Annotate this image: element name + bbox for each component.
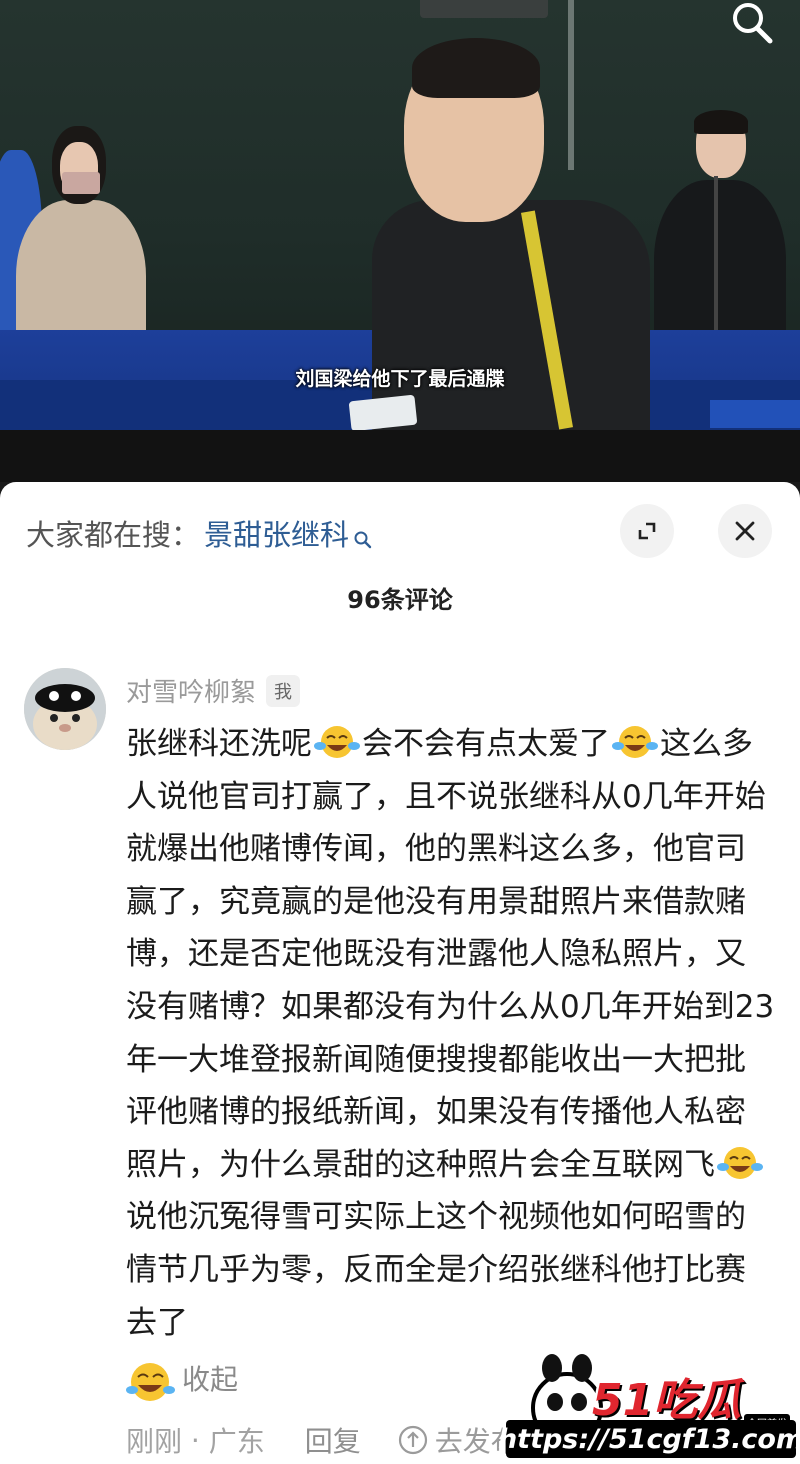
comment-location: 广东 bbox=[208, 1425, 265, 1458]
expand-icon bbox=[638, 522, 656, 540]
comment-username[interactable]: 对雪吟柳絮 我 bbox=[126, 672, 301, 709]
scoreboard bbox=[420, 0, 548, 18]
comment-segment: 张继科还洗呢 bbox=[126, 726, 312, 762]
me-badge: 我 bbox=[266, 674, 301, 707]
username-text[interactable]: 对雪吟柳絮 bbox=[126, 672, 256, 709]
hot-search-keyword[interactable]: 景甜张继科 bbox=[204, 512, 349, 554]
video-letterbox bbox=[0, 430, 800, 482]
watermark-url: https://51cgf13.com bbox=[498, 1420, 800, 1458]
video-player[interactable]: 刘国梁给他下了最后通牒 bbox=[0, 0, 800, 430]
comment-segment: 会不会有点太爱了 bbox=[362, 726, 610, 762]
table-brand-strip bbox=[710, 400, 800, 428]
avatar[interactable] bbox=[24, 668, 106, 750]
comment-count-title: 96条评论 bbox=[347, 586, 453, 614]
reply-button[interactable]: 回复 bbox=[305, 1420, 361, 1460]
speaker-hair bbox=[694, 110, 748, 134]
phone bbox=[62, 172, 100, 194]
upload-icon bbox=[398, 1425, 427, 1455]
hot-search-magnifier-icon bbox=[353, 523, 373, 549]
watermark-title: 51吃瓜 bbox=[592, 1375, 742, 1426]
tears-of-joy-emoji-icon bbox=[312, 724, 362, 760]
comment-segment: 说他沉冤得雪可实际上这个视频他如何昭雪的情节几乎为零，反而全是介绍张继科他打比赛… bbox=[126, 1199, 746, 1341]
search-icon[interactable] bbox=[726, 0, 778, 44]
hot-search-prefix: 大家都在搜： bbox=[26, 518, 201, 552]
collapse-button[interactable]: 收起 bbox=[126, 1358, 238, 1401]
tears-of-joy-emoji-icon bbox=[715, 1145, 765, 1181]
collapse-label[interactable]: 收起 bbox=[182, 1358, 238, 1398]
comment-time: 刚刚 bbox=[126, 1425, 183, 1458]
comment-meta: 刚刚 · 广东 回复 去发布 bbox=[126, 1420, 519, 1460]
coach-hair bbox=[412, 38, 540, 98]
close-button[interactable] bbox=[718, 504, 772, 558]
laughing-crying-emoji-icon bbox=[126, 1360, 176, 1401]
tears-of-joy-emoji-icon bbox=[610, 724, 660, 760]
comment-segment: 这么多人说他官司打赢了，且不说张继科从0几年开始就爆出他赌博传闻，他的黑料这么多… bbox=[126, 726, 775, 1183]
paper-note bbox=[348, 394, 418, 430]
expand-button[interactable] bbox=[620, 504, 674, 558]
meta-separator: · bbox=[182, 1423, 209, 1457]
wall-pole bbox=[568, 0, 574, 170]
hot-search-bar[interactable]: 大家都在搜： 景甜张继科 bbox=[26, 512, 373, 554]
close-icon bbox=[735, 521, 755, 541]
video-subtitle: 刘国梁给他下了最后通牒 bbox=[295, 368, 505, 390]
comment-body: 张继科还洗呢 会不会有点太爱了 这么多人说他官司打赢了，且不说张继科从0几年开始就爆… bbox=[126, 718, 776, 1349]
comment-sheet: 大家都在搜： 景甜张继科 96条评论 对雪吟柳絮 我 张继科还洗呢 会不会有点太… bbox=[0, 482, 800, 1464]
